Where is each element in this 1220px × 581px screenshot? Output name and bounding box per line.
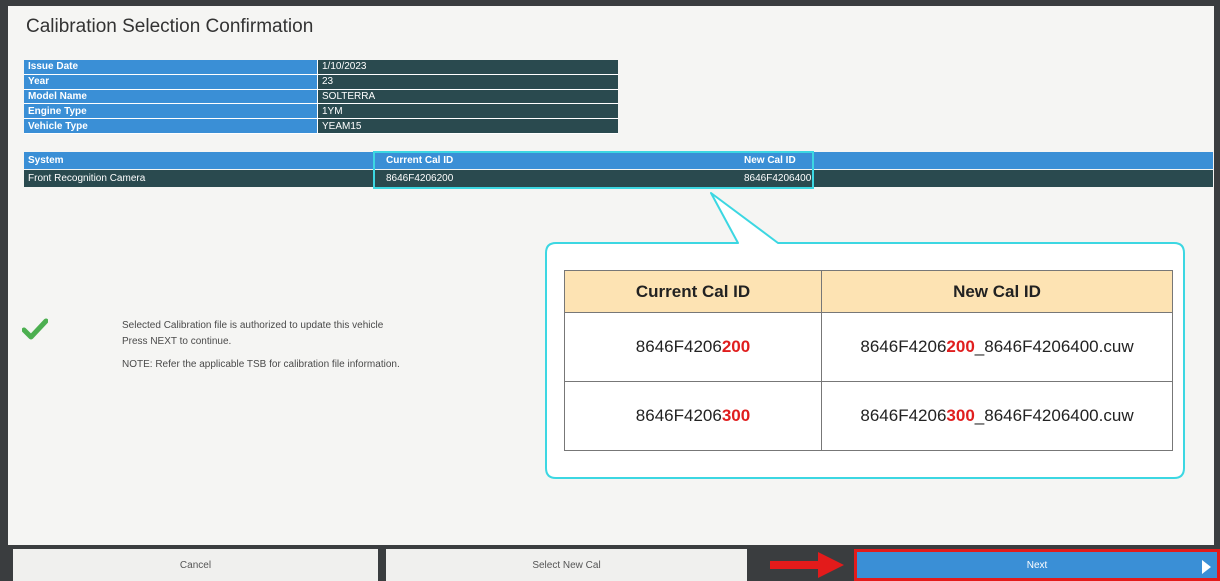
red-arrow-icon bbox=[770, 552, 844, 578]
callout-header-new: New Cal ID bbox=[821, 270, 1173, 313]
app-window: Calibration Selection Confirmation Issue… bbox=[8, 6, 1214, 545]
callout-new-cal-file: 8646F4206200_8646F4206400.cuw bbox=[821, 312, 1173, 382]
callout-row: 8646F4206200 8646F4206200_8646F4206400.c… bbox=[564, 312, 1173, 382]
select-new-cal-button[interactable]: Select New Cal bbox=[386, 549, 747, 581]
callout-new-cal-file: 8646F4206300_8646F4206400.cuw bbox=[821, 381, 1173, 451]
play-arrow-icon bbox=[1202, 560, 1211, 574]
next-label: Next bbox=[1026, 559, 1048, 571]
callout-header-current: Current Cal ID bbox=[564, 270, 822, 313]
callout-current-cal: 8646F4206300 bbox=[564, 381, 822, 451]
next-button[interactable]: Next bbox=[854, 549, 1220, 581]
cancel-button[interactable]: Cancel bbox=[13, 549, 378, 581]
cal-id-comparison-table: Current Cal ID New Cal ID 8646F4206200 8… bbox=[564, 270, 1173, 451]
callout-row: 8646F4206300 8646F4206300_8646F4206400.c… bbox=[564, 381, 1173, 451]
callout-current-cal: 8646F4206200 bbox=[564, 312, 822, 382]
